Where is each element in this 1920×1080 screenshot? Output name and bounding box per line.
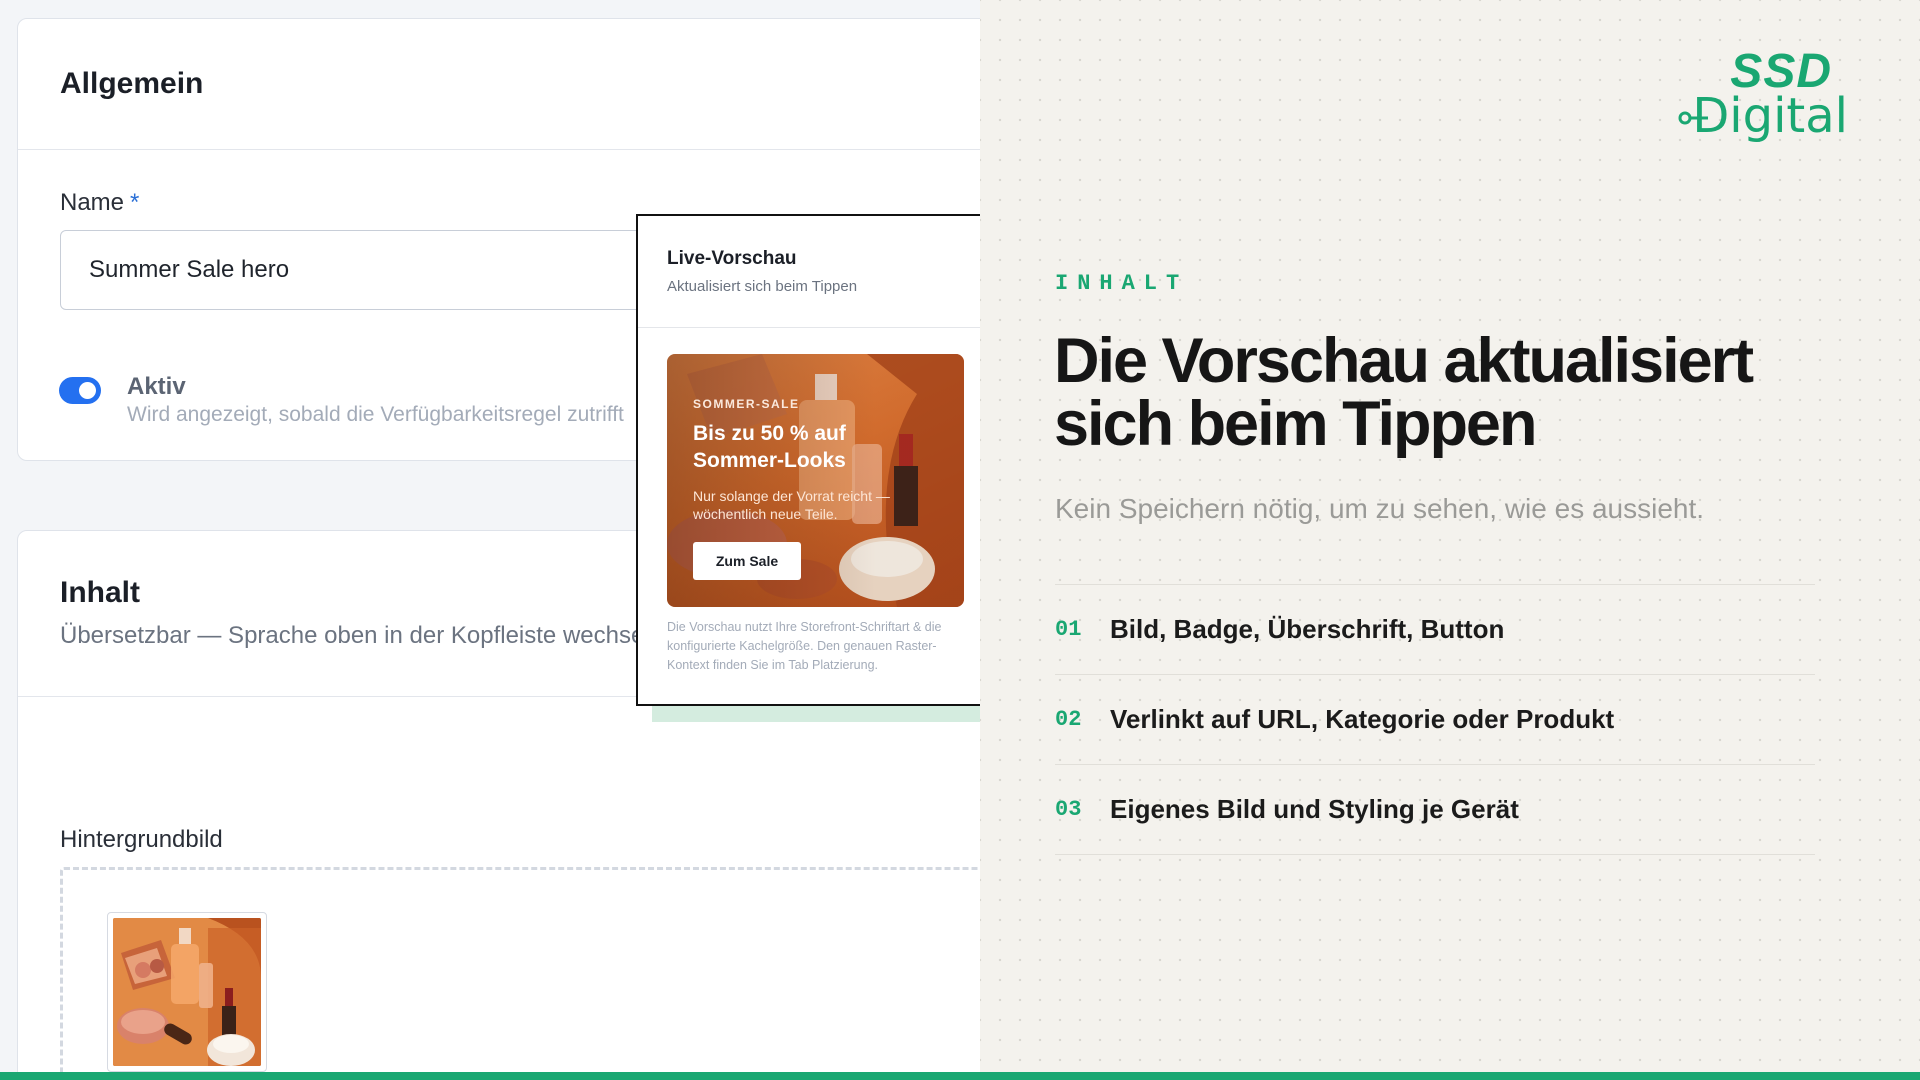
active-hint: Wird angezeigt, sobald die Verfügbarkeit… — [127, 403, 624, 426]
live-preview-note: Die Vorschau nutzt Ihre Storefront-Schri… — [667, 620, 942, 672]
banner-cta-button[interactable]: Zum Sale — [693, 542, 801, 580]
logo-text-bottom: Digital — [1692, 88, 1848, 144]
bottom-accent-bar — [0, 1072, 1920, 1080]
feature-number: 02 — [1055, 707, 1082, 732]
cosmetics-image — [113, 918, 261, 1066]
feature-item: 01 Bild, Badge, Überschrift, Button — [1055, 585, 1815, 675]
banner-text: Nur solange der Vorrat reicht — wöchentl… — [693, 488, 890, 522]
feature-number: 03 — [1055, 797, 1082, 822]
feature-item: 02 Verlinkt auf URL, Kategorie oder Prod… — [1055, 675, 1815, 765]
general-card-title: Allgemein — [60, 67, 204, 100]
name-label: Name * — [60, 189, 139, 217]
name-label-text: Name — [60, 189, 125, 216]
background-image-dropzone[interactable] — [60, 867, 980, 1072]
feature-text: Verlinkt auf URL, Kategorie oder Produkt — [1110, 704, 1615, 734]
plug-icon — [1678, 111, 1708, 125]
live-preview-title: Live-Vorschau — [667, 248, 797, 269]
feature-number: 01 — [1055, 617, 1082, 642]
headline: Die Vorschau aktualisiert sich beim Tipp… — [1054, 326, 1754, 459]
live-preview-header: Live-Vorschau Aktualisiert sich beim Tip… — [638, 216, 980, 328]
subline: Kein Speichern nötig, um zu sehen, wie e… — [1055, 493, 1705, 524]
preview-banner: SOMMER-SALE Bis zu 50 % auf Sommer-Looks… — [667, 354, 964, 607]
general-card-header: Allgemein — [18, 19, 980, 150]
feature-text: Bild, Badge, Überschrift, Button — [1110, 614, 1505, 644]
background-image-label: Hintergrundbild — [60, 826, 223, 853]
live-preview-subtitle: Aktualisiert sich beim Tippen — [667, 278, 858, 295]
banner-badge: SOMMER-SALE — [693, 397, 800, 411]
live-preview-panel: Live-Vorschau Aktualisiert sich beim Tip… — [636, 214, 980, 706]
feature-list: 01 Bild, Badge, Überschrift, Button 02 V… — [1055, 584, 1815, 855]
active-label: Aktiv — [127, 373, 186, 400]
admin-form-panel: Allgemein Name * Summer Sale hero Aktiv W… — [0, 0, 980, 1072]
background-image-thumbnail[interactable] — [107, 912, 267, 1072]
info-panel: SSD Digital INHALT Die Vorschau aktualis… — [980, 0, 1920, 1072]
required-mark: * — [130, 189, 140, 216]
ssd-digital-logo: SSD Digital — [1678, 44, 1848, 144]
feature-item: 03 Eigenes Bild und Styling je Gerät — [1055, 765, 1815, 855]
section-eyebrow: INHALT — [1055, 271, 1189, 296]
active-toggle[interactable] — [59, 377, 101, 404]
feature-text: Eigenes Bild und Styling je Gerät — [1110, 794, 1519, 824]
banner-heading: Bis zu 50 % auf Sommer-Looks — [693, 422, 846, 472]
